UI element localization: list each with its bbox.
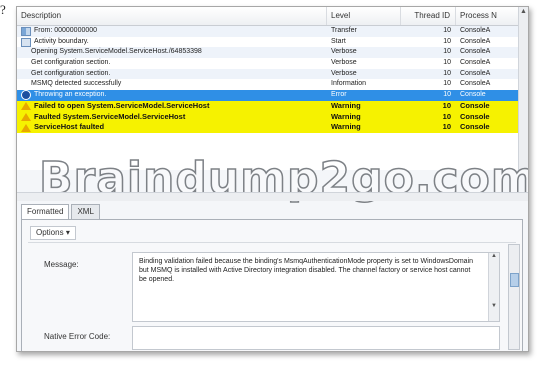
- row-level: Warning: [331, 111, 361, 121]
- row-thread-id: 10: [443, 91, 451, 99]
- row-description: From: 00000000000: [17, 26, 327, 37]
- row-thread-id: 10: [443, 59, 451, 67]
- trace-row[interactable]: ServiceHost faulted Warning 10 Console: [17, 122, 528, 133]
- row-description: MSMQ detected successfully: [17, 79, 327, 90]
- row-level: Information: [331, 80, 367, 88]
- row-description: Throwing an exception.: [17, 90, 327, 101]
- grid-rows: From: 00000000000 Transfer 10 ConsoleA Activ…: [17, 26, 528, 133]
- row-description: Opening System.ServiceModel.ServiceHost.…: [17, 47, 327, 58]
- details-panel: Options ▾ Message: Binding validation fa…: [21, 219, 523, 351]
- scroll-down-arrow-icon[interactable]: ▼: [489, 303, 499, 309]
- chevron-down-icon: ▾: [65, 228, 70, 237]
- trace-row[interactable]: Throwing an exception. Error 10 Console: [17, 90, 528, 101]
- row-thread-id: 10: [443, 48, 451, 56]
- message-label: Message:: [44, 260, 79, 269]
- trace-grid: Description Level Thread ID Process N Fr…: [17, 7, 528, 170]
- trace-viewer-window: Description Level Thread ID Process N Fr…: [16, 6, 529, 352]
- row-thread-id: 10: [443, 69, 451, 77]
- row-description-text: Activity boundary.: [34, 37, 89, 45]
- row-description-text: ServiceHost faulted: [34, 122, 105, 132]
- row-level: Transfer: [331, 27, 357, 34]
- column-header-description[interactable]: Description: [17, 7, 327, 25]
- row-level: Verbose: [331, 48, 357, 56]
- row-description: Get configuration section.: [17, 58, 327, 69]
- row-level: Error: [331, 91, 347, 99]
- row-description-text: Get configuration section.: [31, 69, 111, 77]
- tab-xml[interactable]: XML: [71, 204, 100, 219]
- row-thread-id: 10: [443, 80, 451, 88]
- row-description: Failed to open System.ServiceModel.Servi…: [17, 101, 327, 112]
- trace-row[interactable]: From: 00000000000 Transfer 10 ConsoleA: [17, 26, 528, 37]
- scroll-up-arrow-icon[interactable]: ▲: [519, 7, 528, 16]
- transfer-icon: [21, 26, 31, 36]
- row-level: Warning: [331, 100, 361, 110]
- row-description: Faulted System.ServiceModel.ServiceHost: [17, 112, 327, 123]
- trace-row[interactable]: Faulted System.ServiceModel.ServiceHost W…: [17, 111, 528, 123]
- detail-tabs: Formatted XML: [21, 204, 100, 219]
- row-thread-id: 10: [443, 37, 451, 45]
- row-description-text: MSMQ detected successfully: [31, 80, 122, 88]
- options-dropdown[interactable]: Options ▾: [30, 226, 76, 240]
- warning-icon: [21, 102, 31, 111]
- row-level: Verbose: [331, 59, 357, 67]
- row-thread-id: 10: [442, 111, 451, 121]
- question-marker: ?: [0, 2, 6, 17]
- column-header-level[interactable]: Level: [327, 7, 401, 25]
- divider: [28, 242, 516, 243]
- message-field[interactable]: Binding validation failed because the bi…: [132, 252, 500, 322]
- details-scrollbar[interactable]: [508, 244, 520, 350]
- message-scrollbar[interactable]: ▲ ▼: [488, 253, 499, 321]
- trace-row[interactable]: Failed to open System.ServiceModel.Servi…: [17, 100, 528, 112]
- tab-formatted[interactable]: Formatted: [21, 204, 70, 219]
- row-description-text: Get configuration section.: [31, 59, 111, 67]
- row-level: Start: [331, 37, 346, 45]
- native-error-field[interactable]: [132, 326, 500, 350]
- options-label: Options: [36, 228, 64, 237]
- activity-icon: [21, 37, 31, 47]
- grid-horizontal-scrollbar[interactable]: [17, 192, 528, 201]
- row-thread-id: 10: [442, 100, 451, 110]
- row-description-text: Throwing an exception.: [34, 91, 107, 99]
- row-level: Warning: [331, 122, 361, 132]
- row-description-text: Failed to open System.ServiceModel.Servi…: [34, 100, 210, 110]
- trace-row[interactable]: MSMQ detected successfully Information 10 C…: [17, 79, 528, 91]
- row-description-text: Faulted System.ServiceModel.ServiceHost: [34, 111, 186, 121]
- row-description: Activity boundary.: [17, 37, 327, 48]
- details-scroll-thumb[interactable]: [510, 273, 519, 287]
- grid-vertical-scrollbar[interactable]: ▲: [518, 7, 528, 170]
- row-thread-id: 10: [442, 122, 451, 132]
- error-icon: [21, 90, 31, 101]
- column-header-thread-id[interactable]: Thread ID: [401, 7, 456, 25]
- row-thread-id: 10: [443, 27, 451, 34]
- row-description-text: From: 00000000000: [34, 27, 98, 34]
- grid-header: Description Level Thread ID Process N: [17, 7, 528, 26]
- warning-icon: [21, 123, 31, 132]
- scroll-up-arrow-icon[interactable]: ▲: [489, 253, 499, 259]
- trace-row[interactable]: Opening System.ServiceModel.ServiceHost.…: [17, 47, 528, 59]
- row-description: Get configuration section.: [17, 69, 327, 80]
- trace-row[interactable]: Get configuration section. Verbose 10 Conso…: [17, 58, 528, 69]
- message-text: Binding validation failed because the bi…: [139, 258, 474, 283]
- row-description: ServiceHost faulted: [17, 122, 327, 133]
- warning-icon: [21, 112, 31, 121]
- native-error-label: Native Error Code:: [44, 332, 111, 341]
- trace-row[interactable]: Get configuration section. Verbose 10 Conso…: [17, 68, 528, 80]
- row-level: Verbose: [331, 69, 357, 77]
- row-description-text: Opening System.ServiceModel.ServiceHost.…: [31, 48, 202, 56]
- trace-row[interactable]: Activity boundary. Start 10 ConsoleA: [17, 36, 528, 48]
